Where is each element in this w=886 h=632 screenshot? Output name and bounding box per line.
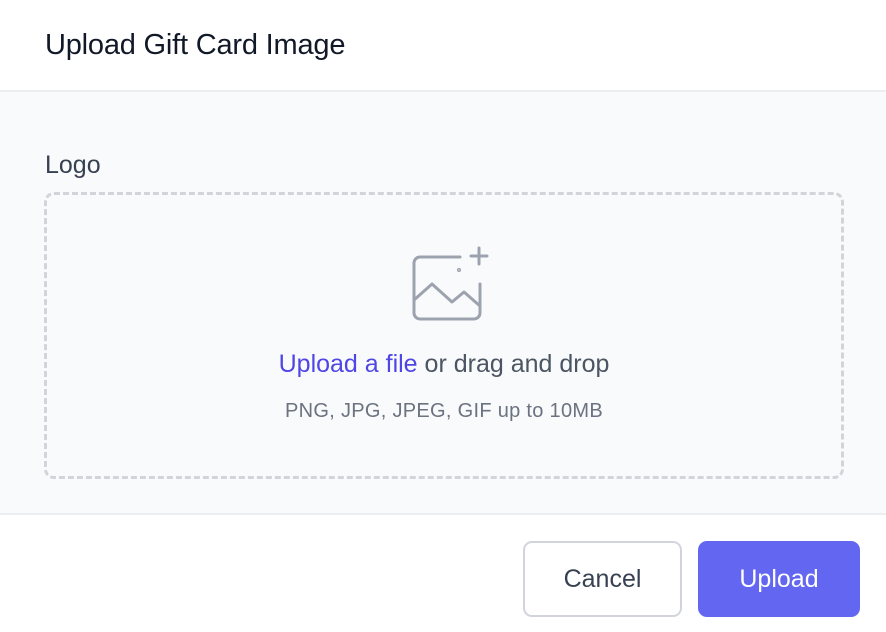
upload-dialog: Upload Gift Card Image Logo Upload a fil… (0, 0, 886, 632)
dialog-body: Logo Upload a file or drag and drop PNG,… (0, 92, 886, 513)
upload-button[interactable]: Upload (698, 541, 860, 617)
file-dropzone[interactable]: Upload a file or drag and drop PNG, JPG,… (44, 192, 844, 479)
dialog-footer: Cancel Upload (0, 513, 886, 632)
logo-field-label: Logo (45, 151, 101, 179)
cancel-button[interactable]: Cancel (523, 541, 682, 617)
dialog-header: Upload Gift Card Image (0, 0, 886, 92)
drag-drop-text: or drag and drop (417, 350, 610, 378)
file-type-hint: PNG, JPG, JPEG, GIF up to 10MB (285, 400, 603, 422)
upload-file-link[interactable]: Upload a file (279, 350, 418, 378)
dropzone-instructions: Upload a file or drag and drop (47, 349, 841, 379)
image-add-icon (412, 246, 489, 321)
dialog-title: Upload Gift Card Image (45, 29, 346, 61)
